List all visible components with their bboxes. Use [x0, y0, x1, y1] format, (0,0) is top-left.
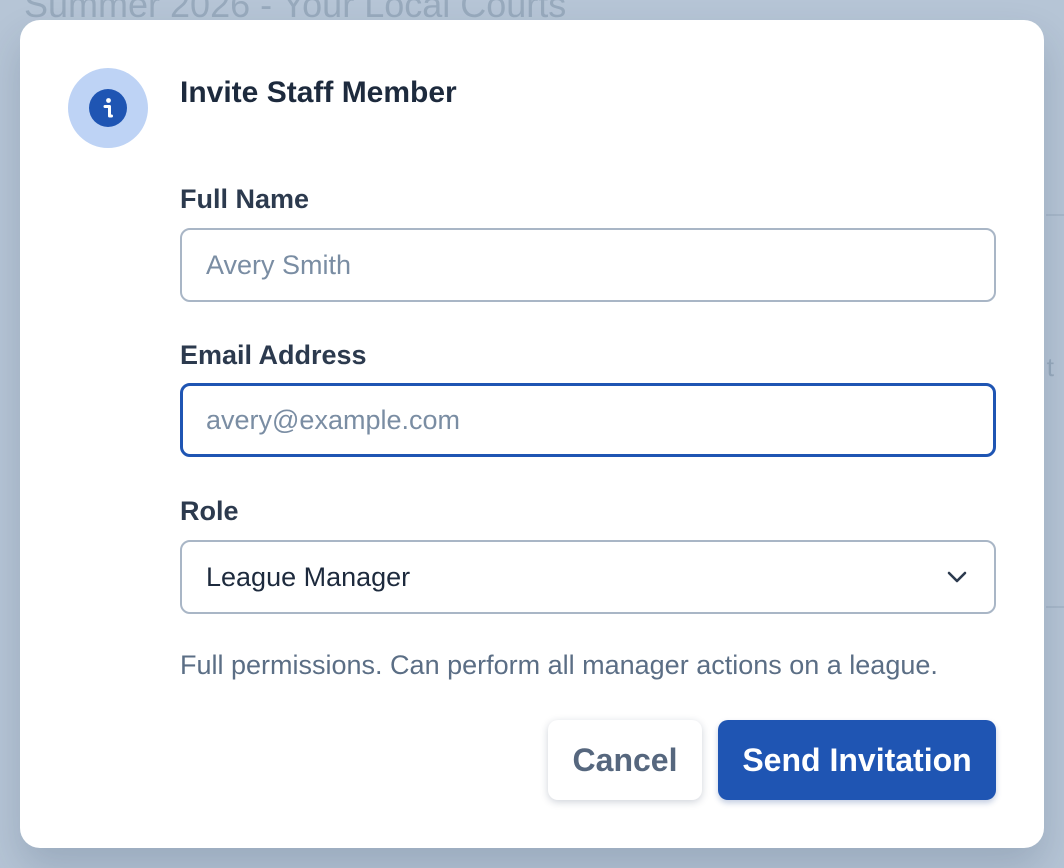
info-icon-badge — [68, 68, 148, 148]
email-label: Email Address — [180, 340, 367, 370]
full-name-label: Full Name — [180, 184, 310, 214]
role-label: Role — [180, 496, 239, 526]
modal-title: Invite Staff Member — [180, 76, 457, 109]
chevron-down-icon — [944, 564, 970, 590]
role-select[interactable]: League Manager — [180, 540, 996, 614]
email-input[interactable] — [180, 383, 996, 457]
background-divider — [1046, 606, 1064, 608]
background-text-fragment: t — [1046, 352, 1054, 382]
role-help-text: Full permissions. Can perform all manage… — [180, 650, 938, 680]
cancel-button[interactable]: Cancel — [548, 720, 702, 800]
role-select-value: League Manager — [206, 561, 411, 592]
info-icon — [89, 89, 127, 127]
background-divider — [1046, 214, 1064, 216]
full-name-input[interactable] — [180, 228, 996, 302]
invite-staff-modal: Invite Staff Member Full Name Email Addr… — [20, 20, 1044, 848]
send-invitation-button[interactable]: Send Invitation — [718, 720, 996, 800]
